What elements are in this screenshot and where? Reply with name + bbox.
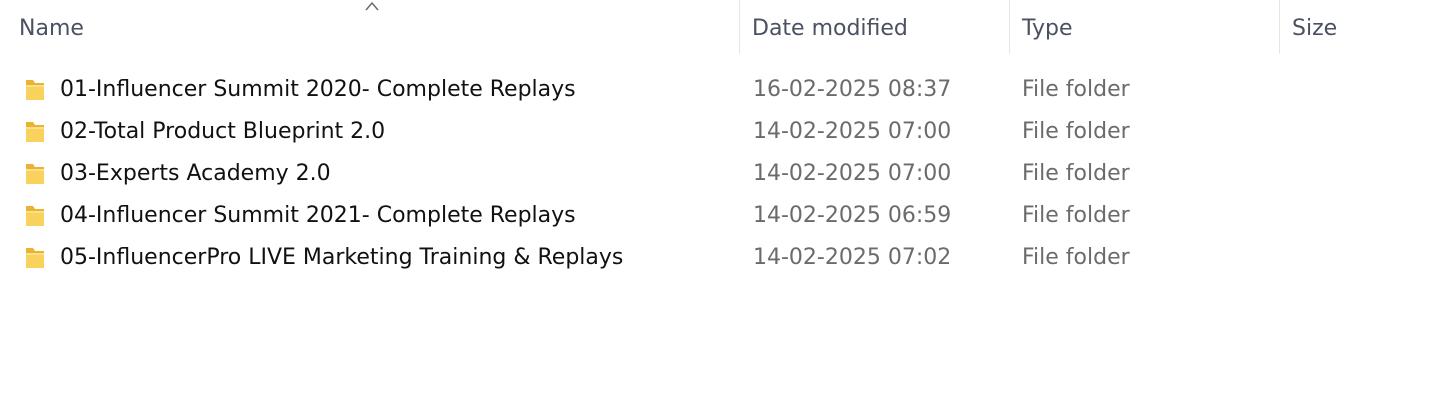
file-name: 02-Total Product Blueprint 2.0 <box>60 119 386 144</box>
file-size <box>1292 153 1442 195</box>
file-size <box>1292 237 1442 279</box>
file-type: File folder <box>1022 77 1130 102</box>
date-modified: 14-02-2025 07:00 <box>753 119 952 144</box>
column-header-bar: Name Date modified Type Size <box>0 0 1454 58</box>
folder-icon <box>26 122 44 142</box>
file-list-row[interactable]: 04-Influencer Summit 2021- Complete Repl… <box>0 195 1454 237</box>
file-explorer-details-view: Name Date modified Type Size 01-Influenc… <box>0 0 1454 406</box>
column-header-size-label: Size <box>1292 15 1338 41</box>
column-header-type-label: Type <box>1022 15 1073 41</box>
folder-icon <box>26 248 44 268</box>
file-type: File folder <box>1022 119 1130 144</box>
file-list-row[interactable]: 05-InfluencerPro LIVE Marketing Training… <box>0 237 1454 279</box>
file-list-row[interactable]: 02-Total Product Blueprint 2.0 14-02-202… <box>0 111 1454 153</box>
file-type: File folder <box>1022 245 1130 270</box>
sort-ascending-icon <box>365 1 379 11</box>
folder-icon <box>26 80 44 100</box>
folder-icon <box>26 206 44 226</box>
column-header-size[interactable]: Size <box>1280 0 1454 56</box>
file-size <box>1292 195 1442 237</box>
file-name: 03-Experts Academy 2.0 <box>60 161 331 186</box>
file-size <box>1292 69 1442 111</box>
file-list-row[interactable]: 01-Influencer Summit 2020- Complete Repl… <box>0 69 1454 111</box>
date-modified: 14-02-2025 06:59 <box>753 203 952 228</box>
file-list-row[interactable]: 03-Experts Academy 2.0 14-02-2025 07:00 … <box>0 153 1454 195</box>
date-modified: 14-02-2025 07:00 <box>753 161 952 186</box>
column-header-type[interactable]: Type <box>1010 0 1280 56</box>
column-header-date-label: Date modified <box>752 15 908 41</box>
file-size <box>1292 111 1442 153</box>
file-type: File folder <box>1022 203 1130 228</box>
folder-icon <box>26 164 44 184</box>
file-name: 04-Influencer Summit 2021- Complete Repl… <box>60 203 576 228</box>
date-modified: 16-02-2025 08:37 <box>753 77 952 102</box>
column-header-date-modified[interactable]: Date modified <box>740 0 1010 56</box>
file-list: 01-Influencer Summit 2020- Complete Repl… <box>0 69 1454 279</box>
file-name: 05-InfluencerPro LIVE Marketing Training… <box>60 245 624 270</box>
file-name: 01-Influencer Summit 2020- Complete Repl… <box>60 77 576 102</box>
date-modified: 14-02-2025 07:02 <box>753 245 952 270</box>
column-header-name-label: Name <box>19 15 84 41</box>
file-type: File folder <box>1022 161 1130 186</box>
